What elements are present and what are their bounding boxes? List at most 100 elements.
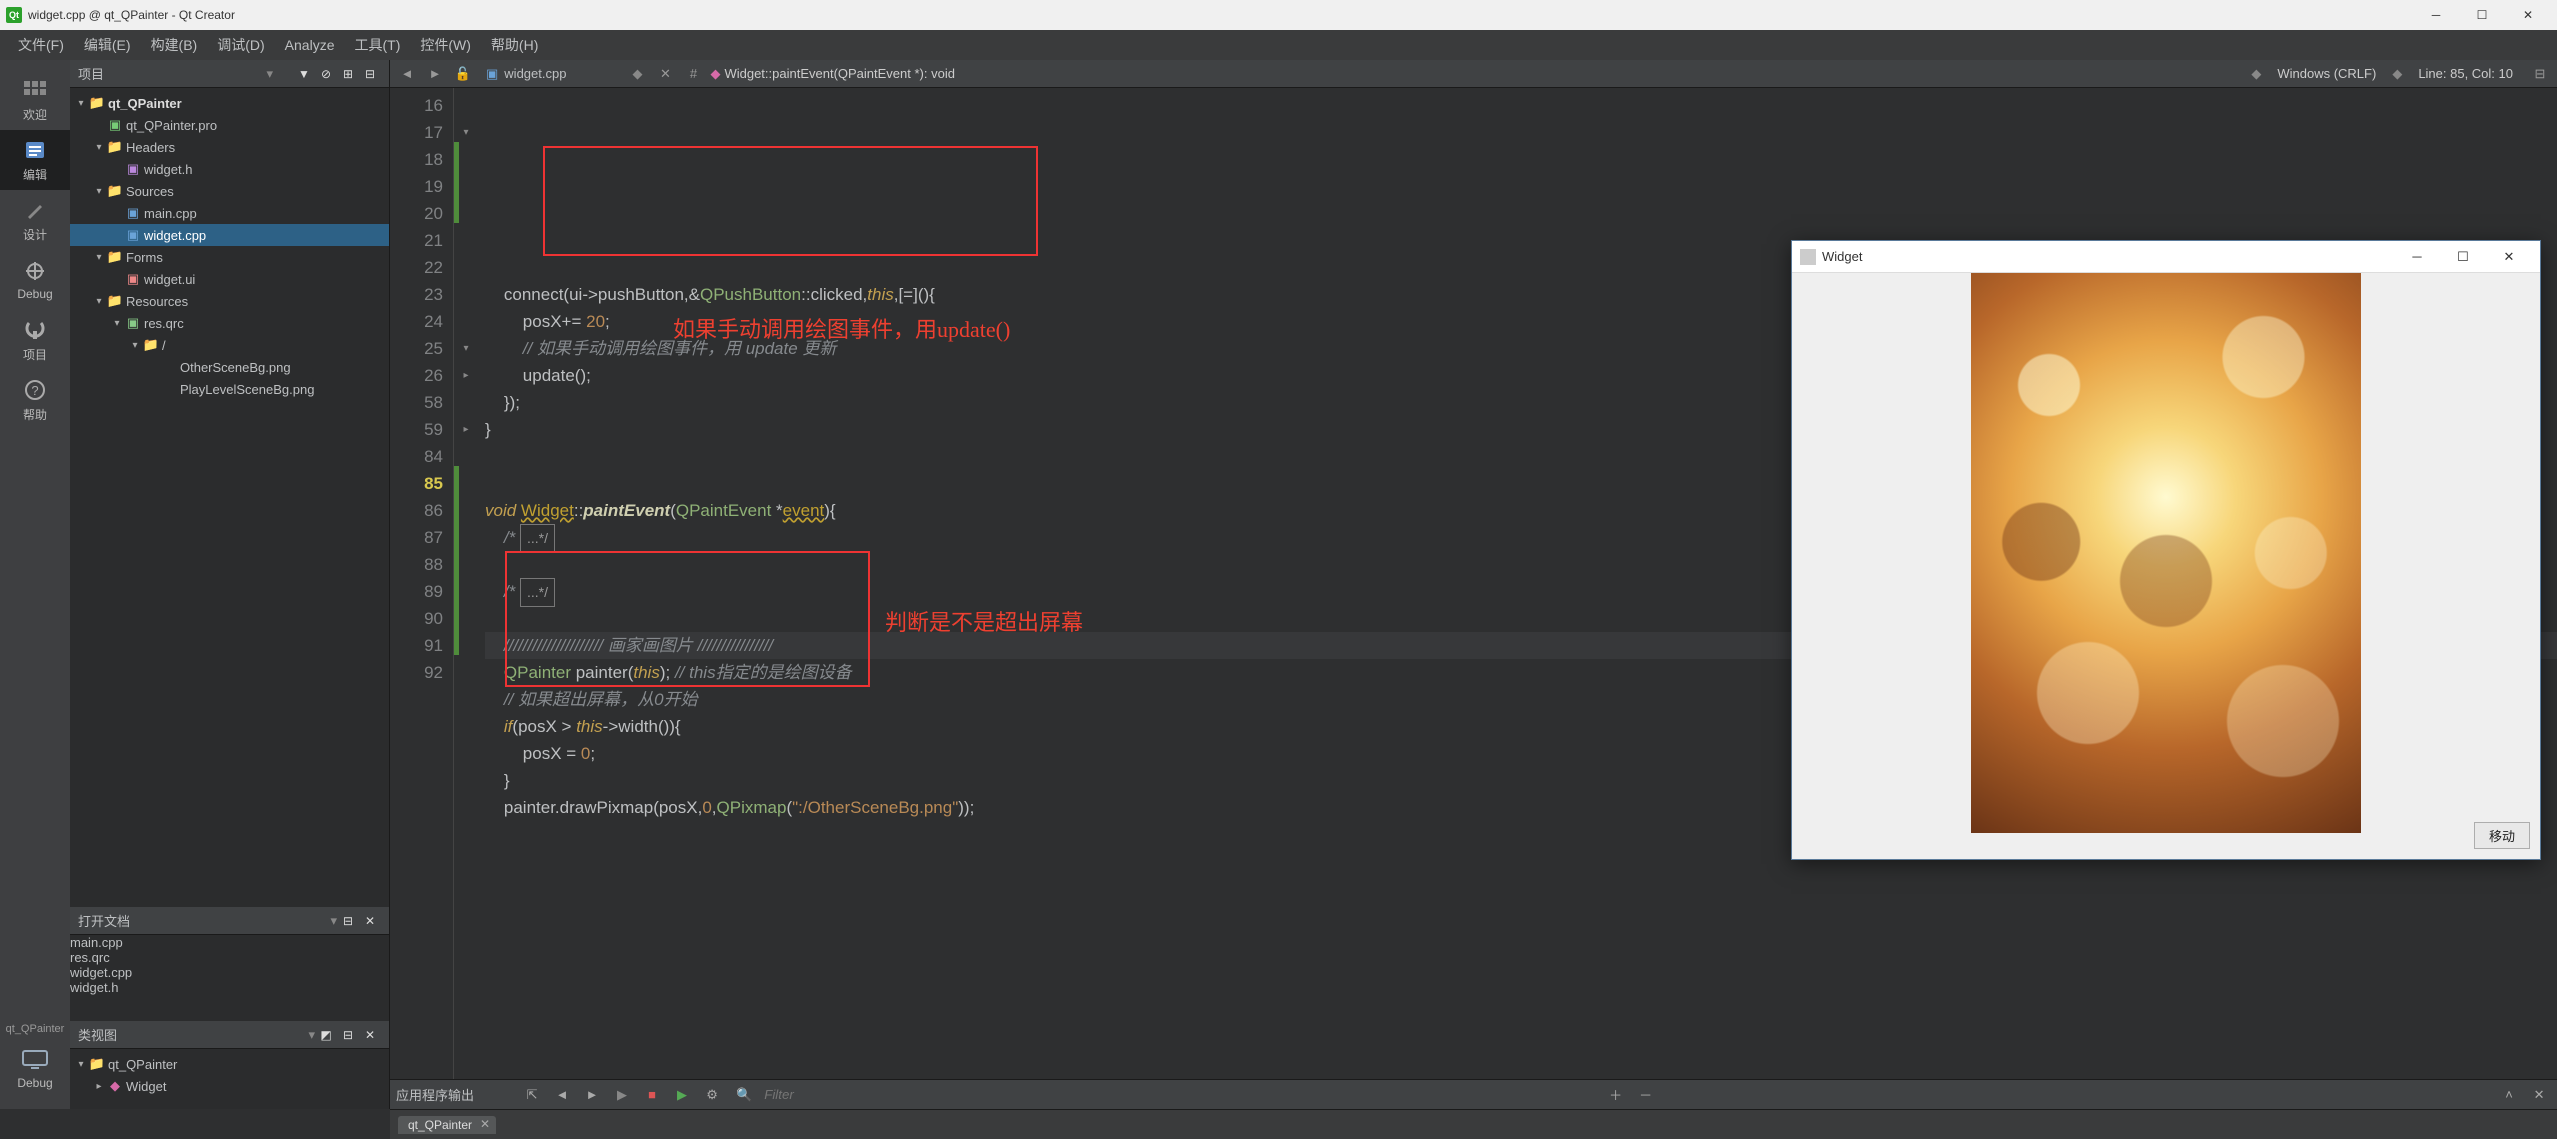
mode-help[interactable]: ?帮助 — [0, 370, 70, 430]
widget-preview-window[interactable]: Widget ─ ☐ ✕ 移动 — [1791, 240, 2541, 860]
class-view-tree[interactable]: ▾📁qt_QPainter▸◆Widget — [70, 1049, 389, 1109]
output-tab-label: qt_QPainter — [408, 1118, 472, 1132]
prev-icon[interactable]: ◄ — [550, 1083, 574, 1107]
open-doc-item[interactable]: widget.cpp — [70, 965, 389, 980]
menu-编辑(E)[interactable]: 编辑(E) — [74, 30, 141, 60]
fold-column[interactable]: ▾▾▸▸ — [459, 88, 473, 1109]
class-item[interactable]: ▾📁qt_QPainter — [70, 1053, 389, 1075]
project-tree[interactable]: ▾📁qt_QPainter▣qt_QPainter.pro▾📁Headers▣w… — [70, 88, 389, 907]
run-debug-icon[interactable]: ▶ — [670, 1083, 694, 1107]
projects-icon — [21, 318, 49, 342]
close-tab-icon[interactable]: ✕ — [480, 1117, 490, 1131]
open-doc-item[interactable]: main.cpp — [70, 935, 389, 950]
output-tabs: qt_QPainter ✕ — [390, 1109, 2557, 1139]
project-panel-title: 项目 — [78, 64, 266, 83]
close-button[interactable]: ✕ — [2505, 0, 2551, 30]
collapse-icon[interactable]: ˄ — [2497, 1083, 2521, 1107]
window-titlebar: Qt widget.cpp @ qt_QPainter - Qt Creator… — [0, 0, 2557, 30]
editor-nav-bar: ◄ ► 🔓 ▣ widget.cpp ◆ ✕ # ◆ Widget::paint… — [390, 60, 2557, 88]
tree-item[interactable]: ▾📁Headers — [70, 136, 389, 158]
tree-item[interactable]: ▣main.cpp — [70, 202, 389, 224]
close-panel-icon[interactable]: ✕ — [359, 1024, 381, 1046]
method-icon: ◆ — [710, 66, 720, 82]
annotation-box-1 — [543, 146, 1038, 256]
widget-maximize-button[interactable]: ☐ — [2440, 242, 2486, 272]
tree-item[interactable]: ▾📁Resources — [70, 290, 389, 312]
maximize-button[interactable]: ☐ — [2459, 0, 2505, 30]
lock-icon[interactable]: 🔓 — [452, 63, 474, 85]
tree-item[interactable]: ▣widget.h — [70, 158, 389, 180]
mode-welcome[interactable]: 欢迎 — [0, 70, 70, 130]
tree-item[interactable]: ▾▣res.qrc — [70, 312, 389, 334]
mode-projects[interactable]: 项目 — [0, 310, 70, 370]
filter-icon[interactable]: ▼ — [293, 63, 315, 85]
tree-item[interactable]: ▾📁/ — [70, 334, 389, 356]
next-icon[interactable]: ► — [580, 1083, 604, 1107]
tree-item[interactable]: ▣widget.ui — [70, 268, 389, 290]
menu-工具(T)[interactable]: 工具(T) — [344, 30, 410, 60]
tree-item[interactable]: ▣qt_QPainter.pro — [70, 114, 389, 136]
run-config-section: qt_QPainter Debug — [0, 1019, 70, 1109]
menu-调试(D)[interactable]: 调试(D) — [207, 30, 274, 60]
symbol-breadcrumb[interactable]: ◆ Widget::paintEvent(QPaintEvent *): voi… — [710, 66, 955, 82]
open-doc-item[interactable]: res.qrc — [70, 950, 389, 965]
link-icon[interactable]: ⊘ — [315, 63, 337, 85]
close-output-icon[interactable]: ✕ — [2527, 1083, 2551, 1107]
welcome-icon — [21, 78, 49, 102]
mode-selector: 欢迎编辑设计Debug项目?帮助 qt_QPainter Debug — [0, 60, 70, 1109]
split-icon[interactable]: ⊟ — [359, 63, 381, 85]
open-docs-list[interactable]: main.cppres.qrcwidget.cppwidget.h — [70, 935, 389, 1021]
output-filter-input[interactable] — [758, 1087, 1597, 1102]
menu-文件(F)[interactable]: 文件(F) — [8, 30, 74, 60]
widget-minimize-button[interactable]: ─ — [2394, 242, 2440, 272]
locate-icon[interactable]: ⇱ — [520, 1083, 544, 1107]
mode-debug[interactable]: Debug — [0, 250, 70, 310]
split-editor-icon[interactable]: ⊟ — [2529, 63, 2551, 85]
add-icon[interactable]: ⊞ — [337, 63, 359, 85]
split-icon[interactable]: ⊟ — [337, 910, 359, 932]
tree-item[interactable]: ▾📁Forms — [70, 246, 389, 268]
settings-icon[interactable]: ⚙ — [700, 1083, 724, 1107]
cursor-position: Line: 85, Col: 10 — [2408, 66, 2523, 81]
tree-item[interactable]: ▣widget.cpp — [70, 224, 389, 246]
view-icon[interactable]: ◩ — [315, 1024, 337, 1046]
tree-item[interactable]: OtherSceneBg.png — [70, 356, 389, 378]
menu-控件(W)[interactable]: 控件(W) — [410, 30, 481, 60]
widget-close-button[interactable]: ✕ — [2486, 242, 2532, 272]
file-name: widget.cpp — [504, 66, 566, 81]
nav-back-button[interactable]: ◄ — [396, 63, 418, 85]
close-file-button[interactable]: ✕ — [654, 63, 676, 85]
menu-帮助(H)[interactable]: 帮助(H) — [481, 30, 548, 60]
split-icon[interactable]: ⊟ — [337, 1024, 359, 1046]
monitor-icon — [21, 1048, 49, 1072]
annotation-text-1: 如果手动调用绘图事件，用update() — [673, 316, 1010, 343]
open-doc-item[interactable]: widget.h — [70, 980, 389, 995]
widget-titlebar[interactable]: Widget ─ ☐ ✕ — [1792, 241, 2540, 273]
zoom-out-icon[interactable]: － — [1634, 1083, 1658, 1107]
nav-forward-button[interactable]: ► — [424, 63, 446, 85]
file-selector[interactable]: ▣ widget.cpp ◆ — [480, 66, 648, 82]
menu-构建(B)[interactable]: 构建(B) — [141, 30, 208, 60]
tree-item[interactable]: PlayLevelSceneBg.png — [70, 378, 389, 400]
window-title: widget.cpp @ qt_QPainter - Qt Creator — [28, 8, 235, 22]
close-panel-icon[interactable]: ✕ — [359, 910, 381, 932]
edit-icon — [21, 138, 49, 162]
minimize-button[interactable]: ─ — [2413, 0, 2459, 30]
mode-edit[interactable]: 编辑 — [0, 130, 70, 190]
tree-item[interactable]: ▾📁Sources — [70, 180, 389, 202]
menu-Analyze[interactable]: Analyze — [275, 30, 345, 60]
run-icon[interactable]: ▶ — [610, 1083, 634, 1107]
run-target-button[interactable]: Debug — [0, 1039, 70, 1099]
output-toolbar: 应用程序输出 ⇱ ◄ ► ▶ ■ ▶ ⚙ 🔍 ＋ － ˄ ✕ — [390, 1079, 2557, 1109]
tree-item[interactable]: ▾📁qt_QPainter — [70, 92, 389, 114]
svg-text:?: ? — [31, 383, 38, 398]
class-item[interactable]: ▸◆Widget — [70, 1075, 389, 1097]
mode-design[interactable]: 设计 — [0, 190, 70, 250]
line-ending-selector[interactable]: Windows (CRLF) — [2267, 66, 2386, 81]
move-button[interactable]: 移动 — [2474, 822, 2530, 849]
class-view-title: 类视图 — [78, 1025, 308, 1044]
hash-button[interactable]: # — [682, 63, 704, 85]
stop-icon[interactable]: ■ — [640, 1083, 664, 1107]
zoom-in-icon[interactable]: ＋ — [1604, 1083, 1628, 1107]
output-tab[interactable]: qt_QPainter ✕ — [398, 1116, 496, 1134]
